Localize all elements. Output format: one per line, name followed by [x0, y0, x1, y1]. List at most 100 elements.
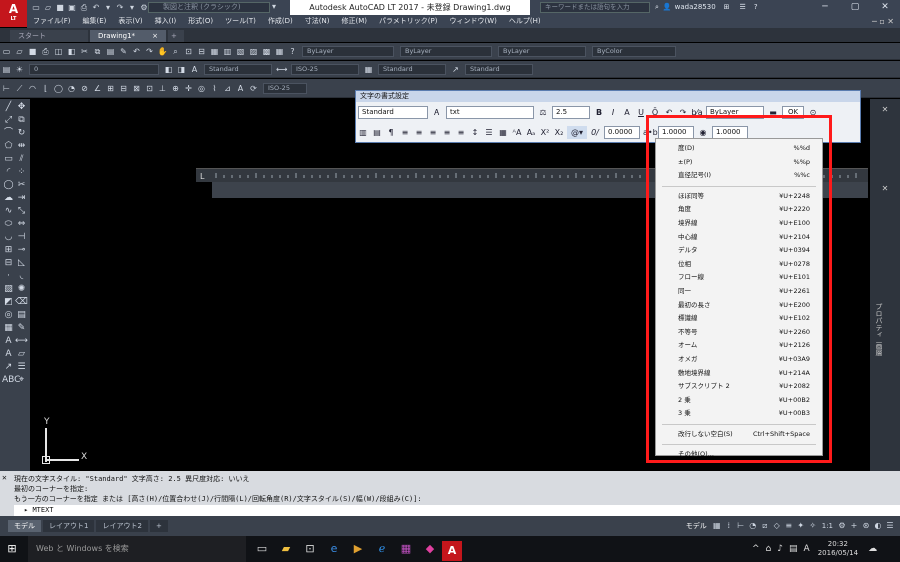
layer-select[interactable]: 0	[29, 63, 159, 75]
menu-draw[interactable]: 作成(D)	[262, 15, 299, 28]
close-button[interactable]: ✕	[870, 0, 900, 15]
dim-edit-icon[interactable]: ⊿	[222, 83, 233, 94]
sheet-set-icon[interactable]: ▨	[248, 46, 259, 57]
dim-style-icon[interactable]: ⟷	[276, 64, 287, 75]
radius-icon[interactable]: ◯	[53, 83, 64, 94]
make-block-icon[interactable]: ⊟	[2, 257, 15, 270]
close-icon[interactable]: ✕	[870, 99, 900, 114]
tolerance-icon[interactable]: ⊕	[170, 83, 181, 94]
align-left-icon[interactable]: ≡	[399, 126, 411, 139]
store-icon[interactable]: ⊡	[298, 536, 322, 562]
exchange-icon[interactable]: ☰	[740, 0, 746, 15]
chevron-up-icon[interactable]: ^	[752, 544, 760, 554]
ellipse-arc-icon[interactable]: ◡	[2, 231, 15, 244]
autocad-taskbar-icon[interactable]: A	[442, 540, 462, 561]
match-icon[interactable]: ✎	[118, 46, 129, 57]
fillet-icon[interactable]: ◟	[15, 270, 28, 283]
palette-tab-layers[interactable]: 画層	[874, 342, 884, 356]
new-icon[interactable]: ▭	[30, 3, 42, 13]
dtext-icon[interactable]: A	[2, 348, 15, 361]
action-center-icon[interactable]: ☁	[868, 544, 877, 554]
stack-button[interactable]: A	[621, 106, 633, 119]
zoom-icon[interactable]: ⌕	[170, 46, 181, 57]
help-icon[interactable]: ?	[754, 0, 758, 15]
properties-icon[interactable]: ▦	[209, 46, 220, 57]
mtext-icon[interactable]: A	[2, 335, 15, 348]
network-icon[interactable]: ⌂	[766, 544, 772, 554]
explode-icon[interactable]: ✺	[15, 283, 28, 296]
line-spacing-icon[interactable]: ↕	[469, 126, 481, 139]
application-menu-button[interactable]: A LT	[0, 0, 27, 27]
menu-edit[interactable]: 編集(E)	[77, 15, 113, 28]
arc-length-icon[interactable]: ◠	[27, 83, 38, 94]
center-mark-icon[interactable]: ✛	[183, 83, 194, 94]
ime-indicator[interactable]: A	[804, 544, 810, 554]
line-dim-icon[interactable]: ⊢	[1, 83, 12, 94]
ortho-icon[interactable]: ⊢	[736, 520, 746, 532]
table-icon[interactable]: ▦	[2, 322, 15, 335]
area-icon[interactable]: ▱	[15, 348, 28, 361]
maximize-button[interactable]: ▢	[840, 0, 870, 15]
chevron-down-icon[interactable]: ▾	[102, 3, 114, 13]
add-layout-button[interactable]: +	[149, 520, 168, 532]
ordinate-icon[interactable]: ⌊	[40, 83, 51, 94]
menu-help[interactable]: ヘルプ(H)	[503, 15, 547, 28]
undo-icon[interactable]: ↶	[90, 3, 102, 13]
open-icon[interactable]: ▱	[14, 46, 25, 57]
menu-dimension[interactable]: 寸法(N)	[299, 15, 336, 28]
mleader-style-select[interactable]: Standard	[465, 63, 533, 75]
angular-icon[interactable]: ∠	[92, 83, 103, 94]
rectangle-icon[interactable]: ▭	[2, 153, 15, 166]
model-space-toggle[interactable]: モデル	[686, 521, 707, 531]
minimize-button[interactable]: ─	[810, 0, 840, 15]
media-icon[interactable]: ▶	[346, 536, 370, 562]
table-style-select[interactable]: Standard	[378, 63, 446, 75]
volume-icon[interactable]: ♪	[777, 544, 783, 554]
polygon-icon[interactable]: ⬠	[2, 140, 15, 153]
mirror-icon[interactable]: ⇹	[15, 140, 28, 153]
zoom-previous-icon[interactable]: ⊟	[196, 46, 207, 57]
move-icon[interactable]: ✥	[15, 101, 28, 114]
properties-icon[interactable]: ▤	[15, 309, 28, 322]
justify-icon[interactable]: ≡	[441, 126, 453, 139]
undo-icon[interactable]: ↶	[131, 46, 142, 57]
erase-icon[interactable]: ⌫	[15, 296, 28, 309]
layer-properties-icon[interactable]: ▤	[1, 64, 12, 75]
menu-format[interactable]: 形式(O)	[182, 15, 219, 28]
chevron-down-icon[interactable]: ▾	[272, 2, 276, 11]
tab-model[interactable]: モデル	[8, 520, 41, 532]
line-icon[interactable]: ╱	[2, 101, 15, 114]
annotation-visibility-icon[interactable]: ✧	[808, 520, 818, 532]
continue-icon[interactable]: ⊠	[131, 83, 142, 94]
lineweight-select[interactable]: ByLayer	[498, 45, 586, 57]
dim-text-edit-icon[interactable]: A	[235, 83, 246, 94]
oblique-angle-input[interactable]: 0.0000	[604, 125, 640, 139]
font-select[interactable]: txt	[446, 105, 534, 119]
chevron-down-icon[interactable]: ▾	[126, 3, 138, 13]
polar-icon[interactable]: ◔	[748, 520, 758, 532]
jogged-linear-icon[interactable]: ⌇	[209, 83, 220, 94]
distribute-icon[interactable]: ≡	[455, 126, 467, 139]
redo-icon[interactable]: ↷	[144, 46, 155, 57]
close-icon[interactable]: ✕	[870, 114, 900, 193]
close-icon[interactable]: ×	[152, 30, 158, 42]
construction-line-icon[interactable]: ⤢	[2, 114, 15, 127]
menu-parametric[interactable]: パラメトリック(P)	[373, 15, 443, 28]
scale-icon[interactable]: ⤡	[15, 205, 28, 218]
italic-button[interactable]: I	[607, 106, 619, 119]
windows-start-icon[interactable]: ⊞	[0, 536, 24, 562]
aligned-dim-icon[interactable]: ⟋	[14, 83, 25, 94]
bulb-icon[interactable]: ☀	[14, 64, 25, 75]
numbering-icon[interactable]: ☰	[483, 126, 495, 139]
design-center-icon[interactable]: ▥	[222, 46, 233, 57]
text-style-select[interactable]: Standard	[204, 63, 272, 75]
isodraft-icon[interactable]: ⧄	[760, 520, 770, 532]
app-icon-1[interactable]: ▦	[394, 536, 418, 562]
dim-style-select-2[interactable]: ISO-25	[263, 82, 307, 94]
annotative-icon[interactable]: ⚖	[537, 106, 549, 119]
circle-icon[interactable]: ◯	[2, 179, 15, 192]
publish-icon[interactable]: ◧	[66, 46, 77, 57]
isolate-icon[interactable]: ⊛	[861, 520, 871, 532]
command-input[interactable]: ▸ MTEXT	[14, 505, 900, 516]
menu-insert[interactable]: 挿入(I)	[149, 15, 183, 28]
